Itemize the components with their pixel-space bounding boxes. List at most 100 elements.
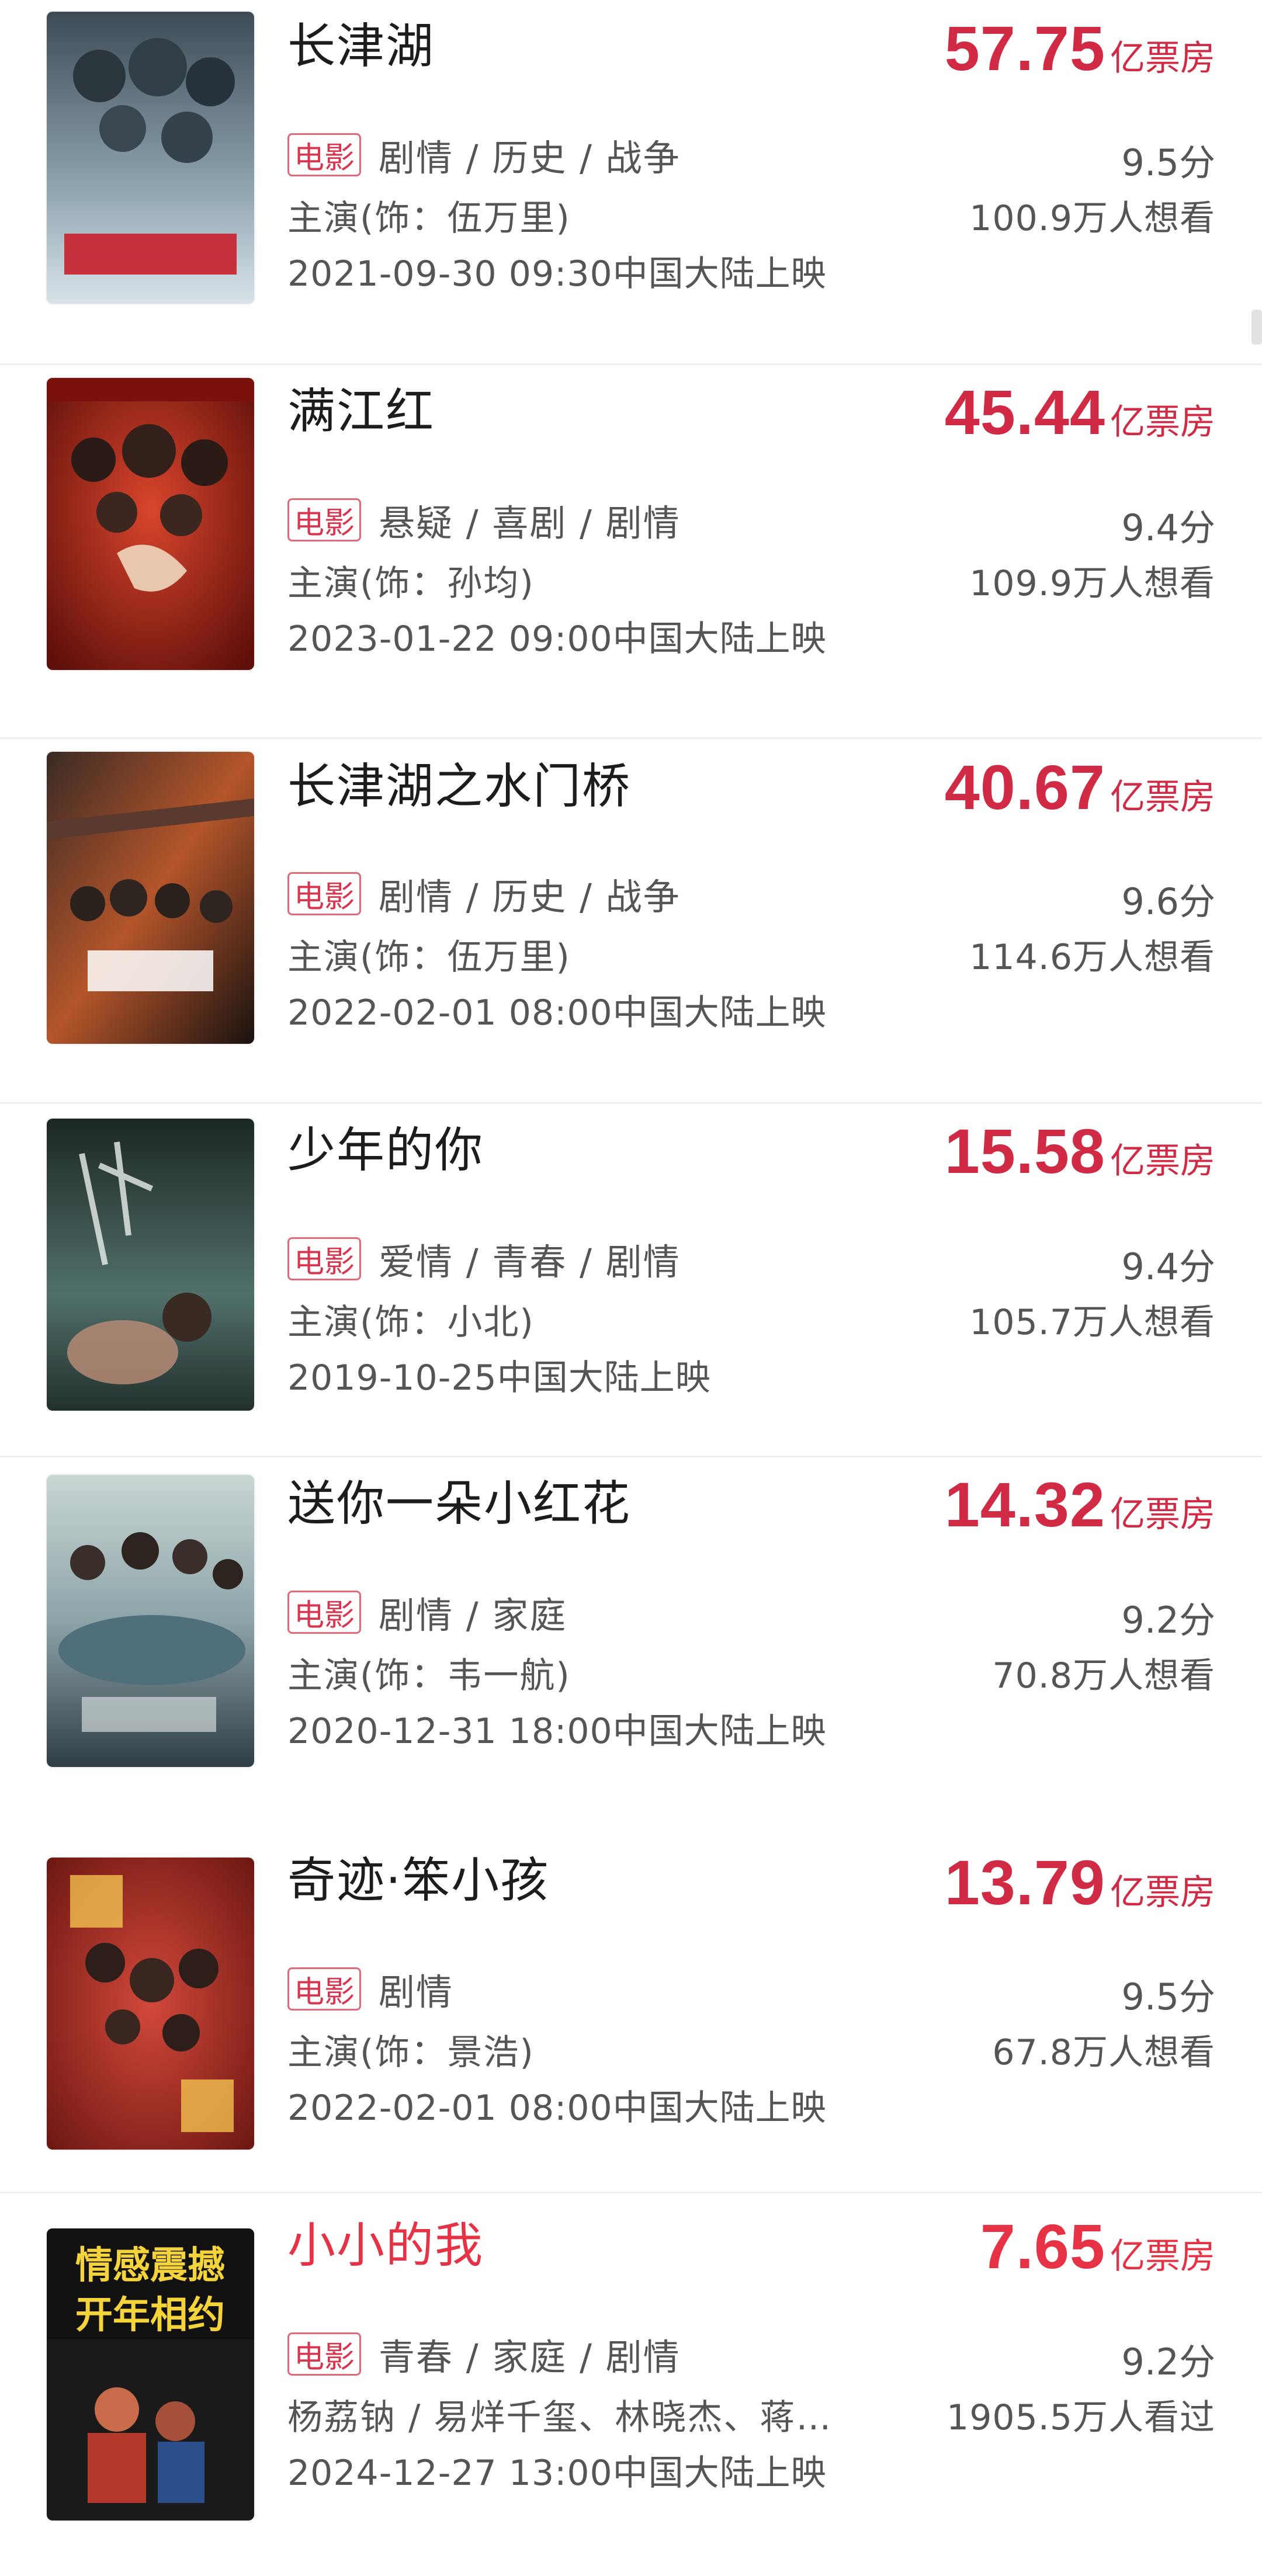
box-office-unit: 亿票房: [1110, 1872, 1215, 1913]
genres: 剧情 / 历史 / 战争: [379, 876, 681, 918]
box-office-unit: 亿票房: [1110, 777, 1215, 818]
score: 9.5分: [1121, 141, 1215, 184]
tag-row: 电影 剧情: [287, 1966, 454, 2013]
box-office-unit: 亿票房: [1110, 402, 1215, 443]
poster-image: [47, 1119, 254, 1411]
tag-row: 电影 悬疑 / 喜剧 / 剧情: [287, 497, 681, 544]
want-count: 109.9万人想看: [969, 563, 1215, 604]
genres: 剧情 / 历史 / 战争: [379, 137, 681, 179]
movie-title[interactable]: 小小的我: [287, 2217, 484, 2275]
poster-image: [47, 1858, 254, 2150]
cast: 主演(饰：韦一航): [287, 1655, 571, 1696]
movie-type-badge: 电影: [287, 498, 362, 541]
movie-item[interactable]: 长津湖之水门桥 40.67 亿票房 电影 剧情 / 历史 / 战争 9.6分 主…: [0, 739, 1262, 1104]
movie-title[interactable]: 长津湖: [287, 18, 435, 76]
genres: 剧情: [379, 1971, 454, 2013]
box-office-value: 13.79: [944, 1847, 1105, 1918]
movie-item[interactable]: 奇迹·笨小孩 13.79 亿票房 电影 剧情 9.5分 主演(饰：景浩) 67.…: [0, 1828, 1262, 2193]
tag-row: 电影 爱情 / 青春 / 剧情: [287, 1235, 681, 1283]
movie-poster[interactable]: [47, 1475, 254, 1767]
movie-type-badge: 电影: [287, 2332, 362, 2376]
cast: 杨荔钠 / 易烊千玺、林晓杰、蒋…: [287, 2397, 833, 2438]
box-office: 57.75 亿票房: [945, 12, 1215, 88]
cast: 主演(饰：景浩): [287, 2032, 535, 2073]
box-office: 15.58 亿票房: [945, 1115, 1215, 1190]
movie-item[interactable]: 长津湖 57.75 亿票房 电影 剧情 / 历史 / 战争 9.5分 主演(饰：…: [0, 0, 1262, 365]
movie-type-badge: 电影: [287, 1967, 362, 2011]
box-office-value: 40.67: [944, 752, 1105, 822]
box-office: 14.32 亿票房: [945, 1468, 1215, 1544]
movie-poster[interactable]: [47, 752, 254, 1044]
tag-row: 电影 剧情 / 历史 / 战争: [287, 131, 681, 179]
cast: 主演(饰：小北): [287, 1302, 535, 1343]
release-date: 2024-12-27 13:00中国大陆上映: [287, 2453, 827, 2494]
genres: 爱情 / 青春 / 剧情: [379, 1241, 681, 1283]
box-office-unit: 亿票房: [1110, 2236, 1215, 2277]
score: 9.5分: [1121, 1976, 1215, 2018]
release-date: 2020-12-31 18:00中国大陆上映: [287, 1711, 827, 1752]
movie-poster[interactable]: 情感震撼 开年相约: [47, 2228, 254, 2521]
movie-poster[interactable]: [47, 1858, 254, 2150]
cast: 主演(饰：伍万里): [287, 198, 571, 239]
genres: 悬疑 / 喜剧 / 剧情: [379, 502, 681, 544]
movie-title[interactable]: 少年的你: [287, 1122, 484, 1180]
box-office-value: 15.58: [944, 1116, 1105, 1186]
movie-title[interactable]: 满江红: [287, 383, 435, 441]
box-office-value: 7.65: [980, 2211, 1105, 2282]
tag-row: 电影 剧情 / 历史 / 战争: [287, 870, 681, 918]
box-office: 45.44 亿票房: [945, 376, 1215, 452]
movie-title[interactable]: 奇迹·笨小孩: [287, 1852, 549, 1910]
svg-text:情感震撼: 情感震撼: [75, 2244, 225, 2287]
release-date: 2022-02-01 08:00中国大陆上映: [287, 2088, 827, 2129]
want-count: 105.7万人想看: [969, 1302, 1215, 1343]
poster-image: [47, 378, 254, 670]
scrollbar[interactable]: [1251, 310, 1262, 345]
movie-item[interactable]: 情感震撼 开年相约 小小的我 7.65 亿票房 电影 青春 / 家庭 / 剧情 …: [0, 2193, 1262, 2576]
release-date: 2021-09-30 09:30中国大陆上映: [287, 254, 827, 294]
score: 9.4分: [1121, 1245, 1215, 1288]
watched-count: 1905.5万人看过: [946, 2397, 1215, 2438]
tag-row: 电影 青春 / 家庭 / 剧情: [287, 2331, 681, 2379]
release-date: 2019-10-25中国大陆上映: [287, 1358, 711, 1398]
cast: 主演(饰：孙均): [287, 563, 535, 604]
score: 9.2分: [1121, 2341, 1215, 2383]
want-count: 100.9万人想看: [969, 198, 1215, 239]
movie-type-badge: 电影: [287, 1237, 362, 1280]
want-count: 70.8万人想看: [992, 1655, 1215, 1696]
poster-image: [47, 12, 254, 304]
box-office-value: 45.44: [944, 377, 1105, 447]
box-office: 7.65 亿票房: [980, 2210, 1215, 2286]
movie-type-badge: 电影: [287, 1591, 362, 1634]
movie-title[interactable]: 长津湖之水门桥: [287, 758, 631, 816]
want-count: 114.6万人想看: [969, 937, 1215, 978]
movie-list: 长津湖 57.75 亿票房 电影 剧情 / 历史 / 战争 9.5分 主演(饰：…: [0, 0, 1262, 2576]
poster-image: [47, 752, 254, 1044]
genres: 青春 / 家庭 / 剧情: [379, 2336, 681, 2379]
box-office-value: 57.75: [944, 13, 1105, 84]
score: 9.6分: [1121, 880, 1215, 923]
movie-item[interactable]: 少年的你 15.58 亿票房 电影 爱情 / 青春 / 剧情 9.4分 主演(饰…: [0, 1104, 1262, 1457]
movie-type-badge: 电影: [287, 133, 362, 176]
movie-item[interactable]: 送你一朵小红花 14.32 亿票房 电影 剧情 / 家庭 9.2分 主演(饰：韦…: [0, 1457, 1262, 1828]
box-office-value: 14.32: [944, 1469, 1105, 1540]
release-date: 2022-02-01 08:00中国大陆上映: [287, 992, 827, 1033]
box-office: 13.79 亿票房: [945, 1846, 1215, 1922]
score: 9.4分: [1121, 506, 1215, 549]
poster-image: 情感震撼 开年相约: [47, 2228, 254, 2521]
movie-poster[interactable]: [47, 12, 254, 304]
tag-row: 电影 剧情 / 家庭: [287, 1589, 567, 1637]
movie-type-badge: 电影: [287, 872, 362, 915]
movie-poster[interactable]: [47, 378, 254, 670]
box-office-unit: 亿票房: [1110, 1494, 1215, 1535]
box-office: 40.67 亿票房: [945, 751, 1215, 827]
movie-title[interactable]: 送你一朵小红花: [287, 1475, 631, 1533]
movie-poster[interactable]: [47, 1119, 254, 1411]
movie-item[interactable]: 满江红 45.44 亿票房 电影 悬疑 / 喜剧 / 剧情 9.4分 主演(饰：…: [0, 365, 1262, 739]
box-office-unit: 亿票房: [1110, 1141, 1215, 1182]
cast: 主演(饰：伍万里): [287, 937, 571, 978]
release-date: 2023-01-22 09:00中国大陆上映: [287, 619, 827, 659]
svg-text:开年相约: 开年相约: [75, 2294, 225, 2337]
genres: 剧情 / 家庭: [379, 1594, 567, 1637]
box-office-unit: 亿票房: [1110, 38, 1215, 79]
score: 9.2分: [1121, 1599, 1215, 1641]
